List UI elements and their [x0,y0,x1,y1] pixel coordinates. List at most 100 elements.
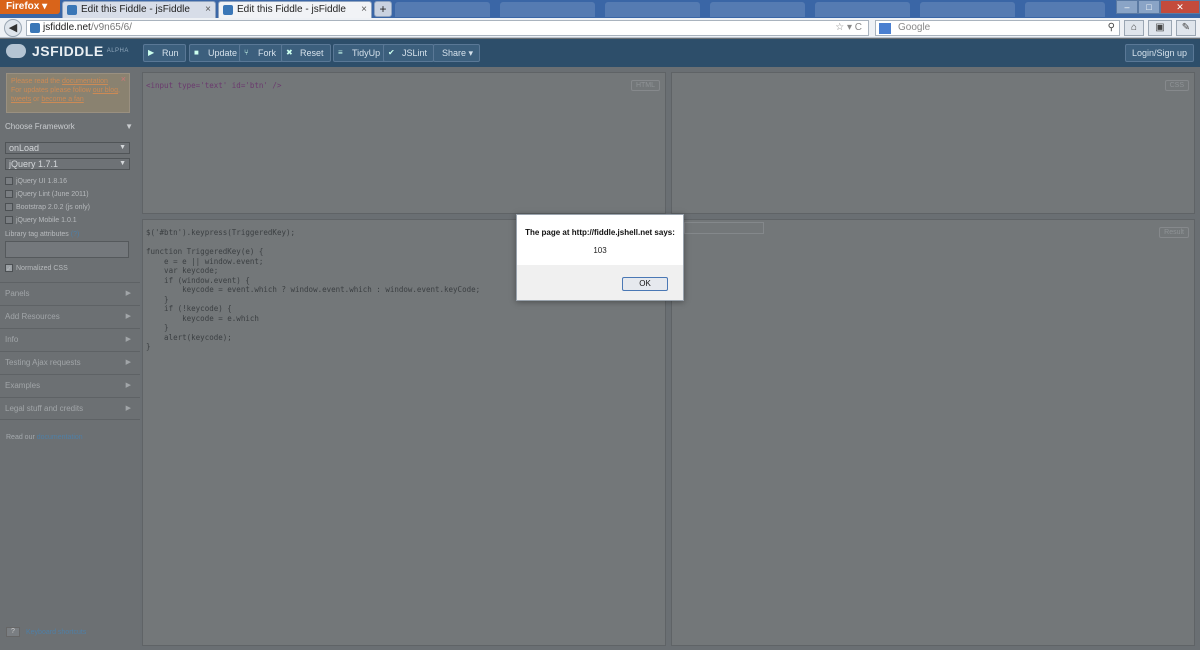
section-label: Info [5,335,19,344]
fan-link[interactable]: become a fan [41,96,83,103]
section-panels[interactable]: Panels ▶ [0,282,140,305]
css-panel-label: CSS [1164,80,1189,91]
keyboard-shortcuts[interactable]: ? Keyboard shortcuts [6,627,86,637]
blog-link[interactable]: our blog [93,87,118,94]
html-code[interactable]: <input type='text' id='btn' /> [146,81,281,91]
play-icon: ▶ [148,48,155,57]
framework-select[interactable]: jQuery 1.7.1 ▼ [5,158,130,170]
background-tab[interactable] [1025,2,1105,17]
new-tab-button[interactable]: + [374,1,392,17]
run-button[interactable]: ▶ Run [143,44,186,62]
css-panel[interactable]: CSS [671,72,1195,214]
section-label: Testing Ajax requests [5,358,81,367]
normalized-css-checkbox[interactable]: ✓ Normalized CSS [5,264,68,273]
section-examples[interactable]: Examples ▶ [0,374,140,397]
close-window-icon[interactable]: ✕ [1160,0,1200,14]
tidy-icon: ≡ [338,48,343,57]
background-tab[interactable] [920,2,1015,17]
javascript-code[interactable]: $('#btn').keypress(TriggeredKey); functi… [146,228,480,352]
onload-select[interactable]: onLoad ▼ [5,142,130,154]
share-label: Share [442,48,467,58]
library-checkbox[interactable]: Bootstrap 2.0.2 (js only) [5,203,90,211]
read-doc-link[interactable]: documentation [37,434,83,441]
tab-edit-fiddle-1[interactable]: Edit this Fiddle - jsFiddle × [62,1,216,18]
library-checkbox[interactable]: jQuery Lint (June 2011) [5,190,89,198]
result-input[interactable] [684,222,764,234]
firefox-menu-label: Firefox [6,1,40,12]
library-checkbox[interactable]: jQuery Mobile 1.0.1 [5,216,77,224]
back-button[interactable]: ◀ [4,19,22,37]
fork-button[interactable]: ⑂ Fork [239,44,283,62]
google-icon [879,23,891,34]
tidyup-button[interactable]: ≡ TidyUp [333,44,388,62]
extension-icon[interactable]: ✎ [1176,20,1196,36]
section-testing-ajax[interactable]: Testing Ajax requests ▶ [0,351,140,374]
browser-tab-bar: Firefox ▾ Edit this Fiddle - jsFiddle × … [0,0,1200,18]
background-tab[interactable] [395,2,490,17]
tab-edit-fiddle-2[interactable]: Edit this Fiddle - jsFiddle × [218,1,372,18]
section-legal[interactable]: Legal stuff and credits ▶ [0,397,140,420]
background-tab[interactable] [605,2,700,17]
background-tab[interactable] [815,2,910,17]
read-doc-text: Read our [6,434,37,441]
close-tab-icon[interactable]: × [205,2,211,18]
site-favicon-icon [30,23,40,33]
jslint-button[interactable]: ✔ JSLint [383,44,435,62]
share-button[interactable]: Share ▾ [433,44,481,62]
checkbox[interactable] [5,216,13,224]
jsfiddle-logo[interactable]: JSFIDDLE ALPHA [6,43,129,59]
chevron-right-icon: ▶ [125,336,131,343]
background-tab[interactable] [500,2,595,17]
addon-icon[interactable]: ▣ [1148,20,1172,36]
section-add-resources[interactable]: Add Resources ▶ [0,305,140,328]
section-label: Add Resources [5,312,60,321]
reset-button[interactable]: ✖ Reset [281,44,331,62]
framework-value: jQuery 1.7.1 [9,159,59,169]
update-button[interactable]: ■ Update [189,44,245,62]
firefox-menu-button[interactable]: Firefox ▾ [0,0,60,14]
read-documentation: Read our documentation [6,434,83,441]
login-signup-button[interactable]: Login/Sign up [1124,44,1194,62]
checkbox[interactable] [5,177,13,185]
check-icon: ✔ [388,48,395,57]
library-checkbox[interactable]: jQuery UI 1.8.16 [5,177,67,185]
chevron-right-icon: ▶ [125,405,131,412]
help-link[interactable]: (?) [71,231,80,238]
choose-framework-header[interactable]: Choose Framework ▼ [5,122,133,131]
html-panel[interactable]: HTML <input type='text' id='btn' /> [142,72,666,214]
bookmark-star-icon[interactable]: ☆ ▾ C [835,21,862,35]
normalized-css-label: Normalized CSS [16,264,68,272]
fork-icon: ⑂ [244,48,249,57]
close-notice-icon[interactable]: × [121,75,126,84]
save-icon: ■ [194,48,199,57]
close-tab-icon[interactable]: × [361,2,367,18]
library-tag-text: Library tag attributes [5,231,69,238]
home-icon[interactable]: ⌂ [1124,20,1144,36]
search-icon[interactable]: ⚲ [1108,21,1115,35]
address-bar[interactable]: jsfiddle.net/v9n65/6/ ☆ ▾ C [26,20,869,36]
maximize-icon[interactable]: □ [1138,0,1160,14]
notice-box: × Please read the documentation For upda… [6,73,130,113]
documentation-link[interactable]: documentation [62,78,108,85]
search-placeholder: Google [898,22,931,33]
checkbox-checked[interactable]: ✓ [5,264,13,273]
tweets-link[interactable]: tweets [11,96,31,103]
search-box[interactable]: Google ⚲ [875,20,1120,36]
ok-button[interactable]: OK [622,277,668,291]
minimize-icon[interactable]: – [1116,0,1138,14]
background-tab[interactable] [710,2,805,17]
result-panel-label: Result [1159,227,1189,238]
section-info[interactable]: Info ▶ [0,328,140,351]
jsfiddle-favicon-icon [67,5,77,15]
chevron-right-icon: ▶ [125,382,131,389]
library-tag-input[interactable] [5,241,129,258]
fork-label: Fork [258,48,276,58]
chevron-down-icon: ▼ [119,144,126,151]
checkbox[interactable] [5,203,13,211]
html-panel-label: HTML [630,80,660,91]
logo-text: JSFIDDLE [32,43,104,59]
chevron-right-icon: ▶ [125,290,131,297]
keyboard-icon: ? [6,627,20,637]
checkbox[interactable] [5,190,13,198]
tab-label: Edit this Fiddle - jsFiddle [237,4,346,15]
